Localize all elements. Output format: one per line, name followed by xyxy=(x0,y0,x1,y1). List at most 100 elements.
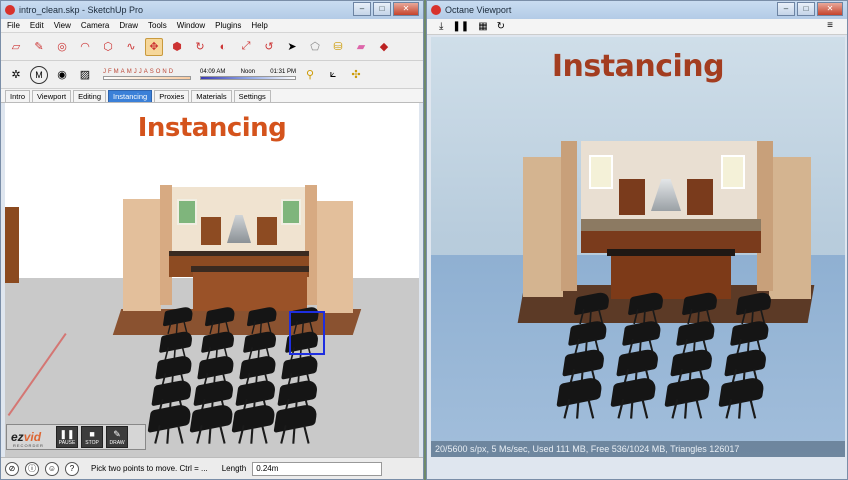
menu-help[interactable]: Help xyxy=(251,21,267,30)
time-slider[interactable] xyxy=(200,76,296,80)
upper-cabinet-right xyxy=(257,217,277,245)
rotate-tool-icon[interactable]: ↻ xyxy=(191,38,209,56)
followme-tool-icon[interactable]: ◐ xyxy=(214,38,232,56)
menu-draw[interactable]: Draw xyxy=(119,21,138,30)
draw-label: DRAW xyxy=(109,440,125,446)
help-icon[interactable]: ? xyxy=(65,461,79,476)
chair-seat xyxy=(162,305,194,327)
month-label: D xyxy=(168,69,174,75)
axes-tool-icon[interactable]: ✣ xyxy=(347,66,365,84)
window-title: Octane Viewport xyxy=(445,5,512,15)
octane-titlebar[interactable]: Octane Viewport – □ ✕ xyxy=(427,1,847,19)
tab-instancing[interactable]: Instancing xyxy=(108,90,153,102)
pause-button[interactable]: ❚❚ PAUSE xyxy=(56,426,79,448)
month-label: S xyxy=(149,69,154,75)
measurements-input[interactable]: 0.24m xyxy=(252,461,383,476)
circle-tool-icon[interactable]: ◎ xyxy=(53,38,71,56)
menu-window[interactable]: Window xyxy=(177,21,205,30)
user-icon[interactable]: ☺ xyxy=(45,461,59,476)
time-noon: Noon xyxy=(240,69,255,75)
tab-intro[interactable]: Intro xyxy=(5,90,31,102)
focus-picker-icon[interactable]: ▦ xyxy=(478,21,487,32)
save-render-icon[interactable]: ⤓ xyxy=(439,21,443,32)
render-upper-cabinet-left xyxy=(619,179,645,215)
tab-materials[interactable]: Materials xyxy=(191,90,232,102)
tab-viewport[interactable]: Viewport xyxy=(32,90,72,102)
month-label: J xyxy=(138,69,142,75)
pushpull-tool-icon[interactable]: ⬢ xyxy=(168,38,186,56)
minimize-button[interactable]: – xyxy=(777,2,795,16)
chair-seat xyxy=(573,290,611,316)
time-start: 04:09 AM xyxy=(200,69,226,75)
walk-tool-icon[interactable]: ✲ xyxy=(7,66,25,84)
sketchup-viewport[interactable]: Instancing xyxy=(5,103,419,457)
close-button[interactable]: ✕ xyxy=(817,2,843,16)
chair-seat xyxy=(231,402,277,434)
chair-seat xyxy=(189,402,235,434)
move-tool-icon[interactable]: ✥ xyxy=(145,37,163,56)
chair-leg xyxy=(695,399,703,419)
menu-edit[interactable]: Edit xyxy=(30,21,44,30)
sketchup-titlebar[interactable]: intro_clean.skp - SketchUp Pro – □ ✕ xyxy=(1,1,423,19)
shadow-time-control[interactable]: 04:09 AM Noon 01:31 PM xyxy=(200,69,296,80)
camera-icon[interactable]: ◉ xyxy=(53,66,71,84)
maximize-button[interactable]: □ xyxy=(797,2,815,16)
date-slider[interactable] xyxy=(103,76,191,80)
menu-tools[interactable]: Tools xyxy=(148,21,167,30)
component-tool-icon[interactable]: ⬠ xyxy=(306,38,324,56)
render-left-column xyxy=(561,141,577,291)
octane-plugin-icon[interactable]: ◆ xyxy=(375,38,393,56)
pencil-tool-icon[interactable]: ✎ xyxy=(30,38,48,56)
chair-leg xyxy=(166,427,170,444)
paint-bucket-icon[interactable]: ⛁ xyxy=(329,38,347,56)
pause-render-icon[interactable]: ❚❚ xyxy=(452,21,469,32)
chair-instance xyxy=(273,402,320,448)
menu-camera[interactable]: Camera xyxy=(81,21,109,30)
dimension-tool-icon[interactable]: ⚲ xyxy=(301,66,319,84)
offset-tool-icon[interactable]: ↺ xyxy=(260,38,278,56)
upper-cabinet-left xyxy=(201,217,221,245)
chair-leg xyxy=(587,399,595,419)
selected-chair-bounding-box[interactable] xyxy=(289,311,325,355)
model-info-icon[interactable]: M xyxy=(30,65,48,84)
draw-button[interactable]: ✎ DRAW xyxy=(106,426,129,448)
tab-editing[interactable]: Editing xyxy=(73,90,106,102)
eraser-icon[interactable]: ▰ xyxy=(352,38,370,56)
maximize-button[interactable]: □ xyxy=(373,2,391,16)
hamburger-menu-icon[interactable]: ≡ xyxy=(823,20,837,32)
eraser-tool-icon[interactable]: ▱ xyxy=(7,38,25,56)
stop-button[interactable]: ■ STOP xyxy=(81,426,104,448)
chair-seat xyxy=(670,347,714,377)
chair-seat xyxy=(724,347,768,377)
render-left-wall xyxy=(523,157,563,297)
ezvid-logo: ezvid xyxy=(11,430,41,444)
chair-seat xyxy=(556,375,604,408)
scale-tool-icon[interactable]: ⤢ xyxy=(237,38,255,56)
freehand-tool-icon[interactable]: ∿ xyxy=(122,38,140,56)
island-countertop xyxy=(191,266,309,272)
chair-leg xyxy=(261,425,268,444)
shadow-date-control[interactable]: J F M A M J J A S O N D xyxy=(103,69,191,80)
month-label: A xyxy=(120,69,125,75)
main-toolbar: ▱ ✎ ◎ ◠ ⬡ ∿ ✥ ⬢ ↻ ◐ ⤢ ↺ ➤ ⬠ ⛁ ▰ ◆ xyxy=(1,33,423,61)
close-button[interactable]: ✕ xyxy=(393,2,419,16)
restart-render-icon[interactable]: ↻ xyxy=(497,21,505,32)
geo-location-icon[interactable]: ⊘ xyxy=(5,461,19,476)
menu-plugins[interactable]: Plugins xyxy=(215,21,241,30)
menu-view[interactable]: View xyxy=(54,21,71,30)
shadow-settings-icon[interactable]: ▨ xyxy=(76,66,94,84)
chair-seat xyxy=(621,318,663,347)
render-island-top xyxy=(607,249,735,256)
stop-label: STOP xyxy=(85,440,99,446)
tab-proxies[interactable]: Proxies xyxy=(154,90,190,102)
chair-seat xyxy=(729,318,771,347)
protractor-tool-icon[interactable]: ⟀ xyxy=(324,66,342,84)
polygon-tool-icon[interactable]: ⬡ xyxy=(99,38,117,56)
arc-tool-icon[interactable]: ◠ xyxy=(76,38,94,56)
tab-settings[interactable]: Settings xyxy=(233,90,271,102)
select-tool-icon[interactable]: ➤ xyxy=(283,38,301,56)
menu-file[interactable]: File xyxy=(7,21,20,30)
credits-icon[interactable]: ⓘ xyxy=(25,461,39,476)
minimize-button[interactable]: – xyxy=(353,2,371,16)
octane-render-viewport[interactable]: Instancing 20/5600 s/px, 5 Ms/sec, Used … xyxy=(431,37,845,457)
